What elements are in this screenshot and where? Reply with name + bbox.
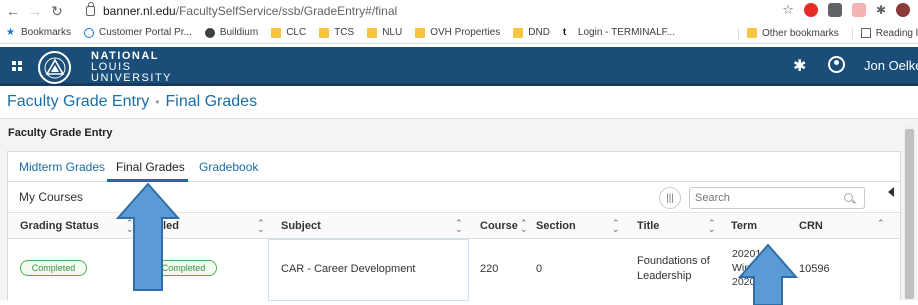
puzzle-icon[interactable]: ✱ [876,3,886,17]
bookmark-item[interactable]: DND [513,27,550,38]
folder-icon [415,27,426,38]
user-name[interactable]: Jon Oelke [864,58,918,73]
breadcrumb-current: Final Grades [165,93,258,110]
other-bookmarks[interactable]: Other bookmarks [738,27,839,39]
column-header-grading-status[interactable]: Grading Status [20,220,99,232]
search-input[interactable] [689,187,865,209]
title-value: Foundations of Leadership [637,255,710,282]
forward-icon[interactable]: → [26,2,44,20]
annotation-arrow-up-icon [116,182,180,291]
bookmark-item[interactable]: TCS [319,27,354,38]
folder-icon [513,27,524,38]
user-icon[interactable] [828,56,845,73]
my-courses-label: My Courses [19,190,84,204]
bookmarks-right: Other bookmarks Reading l [738,22,918,44]
back-icon[interactable]: ← [4,2,22,20]
opera-extension-icon[interactable] [803,3,818,17]
breadcrumb-separator: • [155,95,160,109]
university-logo-text: NATIONAL LOUIS UNIVERSITY [91,50,173,84]
sort-icon[interactable]: ⌃ ⌄ [455,219,463,234]
university-seal-logo [38,51,71,84]
subject-cell[interactable]: CAR - Career Development [268,239,469,301]
search-icon [844,193,853,202]
folder-icon [747,28,758,38]
column-header-title[interactable]: Title [637,220,659,232]
column-header-term[interactable]: Term [731,220,757,232]
browser-address-bar: ← → ↻ banner.nl.edu/FacultySelfService/s… [0,0,918,22]
url-host: banner.nl.edu [103,4,176,18]
tab-bar: Midterm Grades Final Grades Gradebook [8,152,900,182]
bookmark-item[interactable]: CLC [271,27,306,38]
reading-list-icon [860,28,871,38]
bookmark-item[interactable]: t Login - TERMINALF... [563,27,675,38]
page-title: Faculty Grade Entry [8,127,113,139]
lock-icon [86,2,95,16]
column-header-section[interactable]: Section [536,220,576,232]
app-header: NATIONAL LOUIS UNIVERSITY ✱ Jon Oelke [0,47,918,86]
bookmark-item[interactable]: ★ Bookmarks [6,27,71,38]
extension-icons: ☆ ✱ [782,2,910,18]
bookmark-item[interactable]: OVH Properties [415,27,500,38]
sort-icon[interactable]: ⌃ ⌄ [708,219,716,234]
column-header-subject[interactable]: Subject [281,220,321,232]
star-icon[interactable]: ☆ [782,2,794,18]
section-value: 0 [536,263,543,275]
collapse-icon[interactable]: ⌃ [877,219,885,228]
folder-icon [367,27,378,38]
crn-value: 10596 [799,263,830,275]
profile-avatar[interactable] [896,3,910,17]
column-header-course[interactable]: Course [480,220,518,232]
bookmark-item[interactable]: Customer Portal Pr... [84,27,192,38]
bookmark-item[interactable]: NLU [367,27,402,38]
bookmarks-bar: ★ Bookmarks Customer Portal Pr... Buildiu… [0,22,918,44]
scroll-left-icon[interactable] [888,187,894,197]
annotation-arrow-up-icon [738,243,798,305]
portal-icon [84,27,95,38]
sort-icon[interactable]: ⌃ ⌄ [612,219,620,234]
subject-value: CAR - Career Development [281,263,416,275]
tab-gradebook[interactable]: Gradebook [199,160,258,174]
buildium-icon [204,27,215,38]
folder-icon [319,27,330,38]
sort-icon[interactable]: ⌃ ⌄ [257,219,265,234]
vertical-scrollbar[interactable] [904,127,915,300]
tab-final-grades[interactable]: Final Grades [116,160,185,174]
app-grid-icon[interactable] [12,61,22,71]
tab-midterm-grades[interactable]: Midterm Grades [19,160,105,174]
breadcrumb-parent[interactable]: Faculty Grade Entry [7,93,149,111]
terminal-icon: t [562,26,567,38]
columns-icon: ||| [666,192,674,204]
status-badge: Completed [20,260,87,276]
sort-icon[interactable]: ⌃ ⌄ [520,219,528,234]
url-field[interactable]: banner.nl.edu/FacultySelfService/ssb/Gra… [86,2,398,19]
breadcrumb: Faculty Grade Entry • Final Grades [0,86,918,119]
column-settings-button[interactable]: ||| [659,187,681,209]
url-path: /FacultySelfService/ssb/GradeEntry#/fina… [175,4,398,18]
arrow-extension-icon[interactable] [851,3,866,17]
reading-list[interactable]: Reading l [851,27,918,39]
reload-icon[interactable]: ↻ [48,2,66,20]
bookmark-item[interactable]: Buildium [204,27,258,38]
scrollbar-thumb[interactable] [905,129,914,299]
star-icon: ★ [6,26,15,38]
folder-icon [271,27,282,38]
settings-gear-icon[interactable]: ✱ [793,56,806,76]
course-value: 220 [480,263,499,275]
column-header-crn[interactable]: CRN [799,220,823,232]
extension-icon[interactable] [827,3,842,17]
